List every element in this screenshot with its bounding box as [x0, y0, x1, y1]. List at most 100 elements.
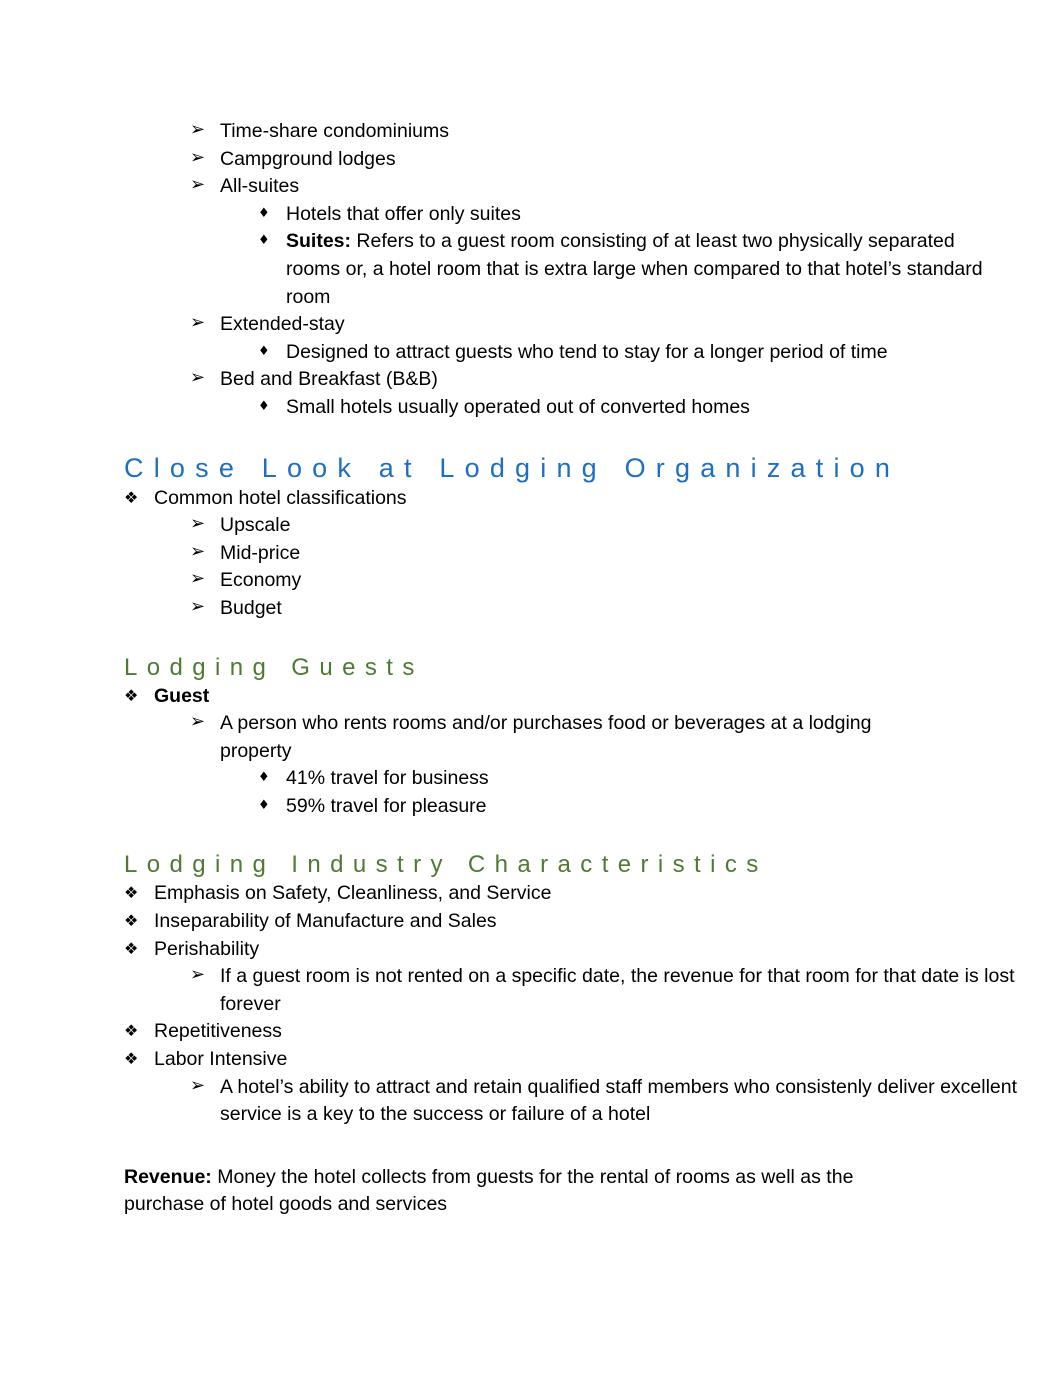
diamond-bullet-icon: ♦ [258, 205, 270, 221]
list-item-label: Campground lodges [220, 147, 396, 170]
list-item: ➢ Time-share condominiums [190, 118, 1062, 146]
suites-definition: Suites: Refers to a guest room consistin… [286, 228, 992, 311]
perishability-sublist: ➢ If a guest room is not rented on a spe… [124, 963, 1062, 1018]
industry-characteristics-list: ❖ Emphasis on Safety, Cleanliness, and S… [124, 880, 1062, 1128]
perishability-detail: If a guest room is not rented on a speci… [220, 965, 1015, 1015]
diamond-bullet-icon: ♦ [258, 343, 270, 359]
list-item: ➢ Budget [190, 595, 1062, 623]
list-item-label: Economy [220, 569, 302, 592]
list-item: ❖ Guest [124, 683, 1062, 711]
list-item-label: Extended-stay [220, 313, 345, 336]
list-item: ➢ Campground lodges [190, 146, 1062, 174]
revenue-term: Revenue: [124, 1165, 212, 1188]
stat-business-travel: 41% travel for business [286, 767, 489, 790]
arrow-bullet-icon: ➢ [190, 964, 206, 986]
list-item-label: Repetitiveness [154, 1020, 282, 1043]
heading-close-look-wrapper: Close Look at Lodging Organization [124, 452, 1062, 485]
arrow-bullet-icon: ➢ [190, 595, 206, 617]
hotel-classifications-sublist: ➢ Upscale ➢ Mid-price ➢ Economy ➢ Budget [124, 512, 1062, 622]
list-item-label: Labor Intensive [154, 1048, 288, 1071]
list-item: ➢ Mid-price [190, 540, 1062, 568]
list-item: ➢ A hotel’s ability to attract and retai… [190, 1074, 1020, 1129]
diamond-cluster-bullet-icon: ❖ [124, 1049, 139, 1069]
list-item: ➢ Economy [190, 567, 1062, 595]
list-item-label: Small hotels usually operated out of con… [286, 395, 750, 418]
list-item: ➢ Extended-stay [190, 311, 1062, 339]
all-suites-sublist: ♦ Hotels that offer only suites ♦ Suites… [190, 201, 1062, 311]
arrow-bullet-icon: ➢ [190, 312, 206, 334]
suites-term: Suites: [286, 230, 352, 253]
document-page: ➢ Time-share condominiums ➢ Campground l… [0, 0, 1062, 1376]
lodging-types-list: ➢ Time-share condominiums ➢ Campground l… [124, 118, 1062, 422]
revenue-note-text: Money the hotel collects from guests for… [124, 1165, 854, 1216]
list-item-label: Time-share condominiums [220, 120, 450, 142]
diamond-cluster-bullet-icon: ❖ [124, 685, 139, 705]
list-item-label: Perishability [154, 937, 260, 960]
list-item-label: All-suites [220, 175, 300, 198]
list-item: ➢ A person who rents rooms and/or purcha… [190, 710, 938, 765]
list-item: ❖ Emphasis on Safety, Cleanliness, and S… [124, 880, 1062, 908]
heading-lodging-guests: Lodging Guests [124, 653, 424, 681]
list-item: ❖ Repetitiveness [124, 1018, 1062, 1046]
guest-travel-stats: ♦ 41% travel for business ♦ 59% travel f… [190, 765, 1062, 820]
list-item-label: Mid-price [220, 541, 301, 564]
bnb-sublist: ♦ Small hotels usually operated out of c… [190, 394, 1062, 422]
arrow-bullet-icon: ➢ [190, 568, 206, 590]
list-item-label: Upscale [220, 514, 291, 537]
labor-intensive-detail: A hotel’s ability to attract and retain … [220, 1075, 1018, 1126]
stat-pleasure-travel: 59% travel for pleasure [286, 794, 487, 817]
arrow-bullet-icon: ➢ [190, 513, 206, 535]
diamond-cluster-bullet-icon: ❖ [124, 1021, 139, 1041]
list-item: ❖ Perishability [124, 936, 1062, 964]
diamond-cluster-bullet-icon: ❖ [124, 487, 139, 507]
arrow-bullet-icon: ➢ [190, 174, 206, 196]
labor-intensive-sublist: ➢ A hotel’s ability to attract and retai… [124, 1074, 1062, 1129]
list-item-label: Bed and Breakfast (B&B) [220, 368, 438, 391]
arrow-bullet-icon: ➢ [190, 711, 206, 733]
diamond-cluster-bullet-icon: ❖ [124, 938, 139, 958]
suites-definition-text: Refers to a guest room consisting of at … [286, 230, 983, 308]
list-item: ❖ Inseparability of Manufacture and Sale… [124, 908, 1062, 936]
heading-lodging-industry-characteristics: Lodging Industry Characteristics [124, 851, 768, 879]
list-item: ♦ 41% travel for business [256, 765, 1062, 793]
list-item-label: Emphasis on Safety, Cleanliness, and Ser… [154, 882, 552, 905]
guest-definition-sublist: ➢ A person who rents rooms and/or purcha… [124, 710, 1062, 820]
arrow-bullet-icon: ➢ [190, 146, 206, 168]
list-item: ➢ Upscale [190, 512, 1062, 540]
heading-lodging-guests-wrapper: Lodging Guests [124, 653, 1062, 683]
list-item-label: Common hotel classifications [154, 486, 407, 509]
list-item: ➢ All-suites [190, 173, 1062, 201]
diamond-bullet-icon: ♦ [258, 398, 270, 414]
revenue-note: Revenue: Money the hotel collects from g… [124, 1164, 924, 1219]
list-item: ♦ Small hotels usually operated out of c… [256, 394, 1062, 422]
diamond-bullet-icon: ♦ [258, 770, 270, 786]
lodging-guests-list: ❖ Guest ➢ A person who rents rooms and/o… [124, 683, 1062, 821]
list-item-label: Budget [220, 596, 282, 619]
arrow-bullet-icon: ➢ [190, 119, 206, 140]
list-item: ➢ If a guest room is not rented on a spe… [190, 963, 1020, 1018]
list-item: ♦ Designed to attract guests who tend to… [256, 339, 1062, 367]
diamond-bullet-icon: ♦ [258, 233, 270, 249]
diamond-bullet-icon: ♦ [258, 797, 270, 813]
guest-definition: A person who rents rooms and/or purchase… [220, 712, 872, 762]
list-item: ♦ 59% travel for pleasure [256, 793, 1062, 821]
list-item: ❖ Labor Intensive [124, 1046, 1062, 1074]
close-look-list: ❖ Common hotel classifications ➢ Upscale… [124, 485, 1062, 623]
document-body: ➢ Time-share condominiums ➢ Campground l… [124, 118, 1062, 1219]
arrow-bullet-icon: ➢ [190, 367, 206, 389]
extended-stay-sublist: ♦ Designed to attract guests who tend to… [190, 339, 1062, 367]
list-item-label: Hotels that offer only suites [286, 202, 521, 225]
list-item-label: Inseparability of Manufacture and Sales [154, 910, 497, 933]
heading-close-look-at-lodging-organization: Close Look at Lodging Organization [124, 452, 901, 483]
diamond-cluster-bullet-icon: ❖ [124, 911, 139, 931]
list-item: ♦ Suites: Refers to a guest room consist… [256, 228, 992, 311]
list-item: ➢ Bed and Breakfast (B&B) [190, 366, 1062, 394]
list-item: ❖ Common hotel classifications [124, 485, 1062, 513]
heading-lodging-industry-characteristics-wrapper: Lodging Industry Characteristics [124, 850, 1062, 880]
guest-term: Guest [154, 684, 210, 707]
arrow-bullet-icon: ➢ [190, 540, 206, 562]
